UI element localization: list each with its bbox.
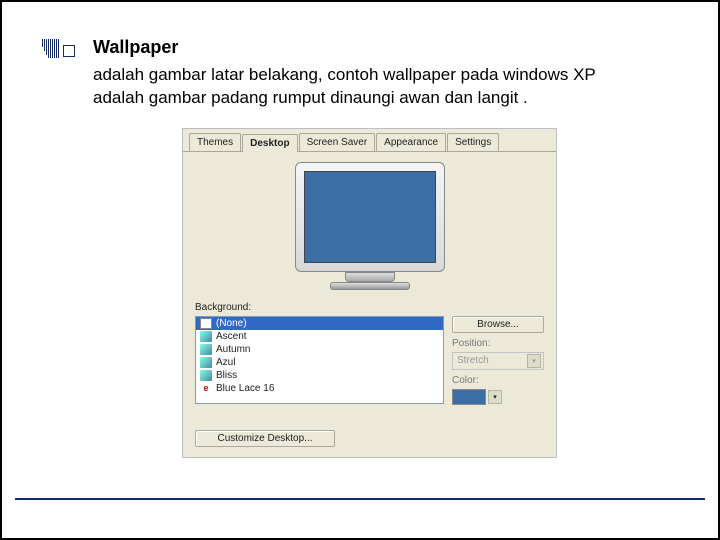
tab-row: Themes Desktop Screen Saver Appearance S… <box>183 129 556 152</box>
list-item[interactable]: Ascent <box>196 330 443 343</box>
list-item-label: Ascent <box>216 331 247 342</box>
tab-desktop[interactable]: Desktop <box>242 134 297 152</box>
tab-appearance[interactable]: Appearance <box>376 133 446 151</box>
background-label: Background: <box>195 302 544 313</box>
browse-button[interactable]: Browse... <box>452 316 544 333</box>
chevron-down-icon[interactable]: ▾ <box>488 390 502 404</box>
monitor-icon <box>295 162 445 292</box>
image-icon <box>200 344 212 355</box>
image-icon <box>200 357 212 368</box>
color-swatch[interactable] <box>452 389 486 405</box>
position-value: Stretch <box>457 355 489 366</box>
list-item[interactable]: Azul <box>196 356 443 369</box>
slide-description: adalah gambar latar belakang, contoh wal… <box>93 64 603 110</box>
tab-themes[interactable]: Themes <box>189 133 241 151</box>
list-item-label: (None) <box>216 318 247 329</box>
wallpaper-preview <box>183 152 556 298</box>
position-dropdown[interactable]: Stretch ▾ <box>452 352 544 370</box>
list-item[interactable]: Bliss <box>196 369 443 382</box>
bullet-icon <box>42 39 75 58</box>
color-label: Color: <box>452 375 544 386</box>
slide-title: Wallpaper <box>93 37 678 58</box>
list-item[interactable]: (None) <box>196 317 443 330</box>
list-item-label: Autumn <box>216 344 250 355</box>
slide-divider <box>15 498 705 500</box>
image-icon <box>200 370 212 381</box>
none-icon <box>200 318 212 329</box>
position-label: Position: <box>452 338 544 349</box>
display-properties-dialog: Themes Desktop Screen Saver Appearance S… <box>182 128 557 458</box>
html-icon: e <box>200 383 212 394</box>
tab-screen-saver[interactable]: Screen Saver <box>299 133 376 151</box>
chevron-down-icon: ▾ <box>527 354 541 368</box>
customize-desktop-button[interactable]: Customize Desktop... <box>195 430 335 447</box>
image-icon <box>200 331 212 342</box>
tab-settings[interactable]: Settings <box>447 133 499 151</box>
list-item-label: Azul <box>216 357 235 368</box>
list-item[interactable]: Autumn <box>196 343 443 356</box>
background-list[interactable]: (None) Ascent Autumn Azul <box>195 316 444 404</box>
list-item-label: Blue Lace 16 <box>216 383 274 394</box>
list-item-label: Bliss <box>216 370 237 381</box>
list-item[interactable]: e Blue Lace 16 <box>196 382 443 395</box>
